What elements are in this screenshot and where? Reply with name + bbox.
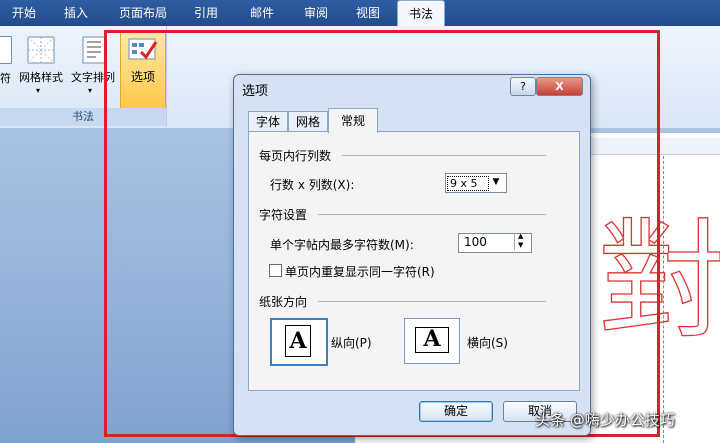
font-icon: [0, 36, 12, 64]
tab-grid[interactable]: 网格: [288, 111, 328, 133]
help-button[interactable]: ?: [510, 77, 536, 96]
ok-button[interactable]: 确定: [419, 401, 493, 422]
tab-home[interactable]: 开始: [2, 0, 46, 26]
dropdown-arrow-icon: ▾: [88, 86, 93, 95]
max-chars-label: 单个字帖内最多字符数(M):: [270, 238, 414, 252]
landscape-option[interactable]: A: [404, 318, 460, 364]
repeat-label: 单页内重复显示同一字符(R): [285, 265, 435, 279]
tab-insert[interactable]: 插入: [52, 0, 100, 26]
dropdown-arrow-icon: ▾: [36, 86, 41, 95]
stepper-arrows[interactable]: ▲ ▼: [514, 232, 529, 250]
ribbon-tab-bar: 开始 插入 页面布局 引用 邮件 审阅 视图 书法: [0, 0, 720, 28]
landscape-label[interactable]: 横向(S): [467, 334, 508, 351]
tab-page-layout[interactable]: 页面布局: [112, 0, 174, 26]
section-divider: [342, 155, 546, 156]
font-button[interactable]: 符: [0, 34, 14, 104]
section-divider: [318, 214, 546, 215]
tab-font[interactable]: 字体: [248, 111, 288, 133]
chevron-down-icon[interactable]: ▼: [489, 174, 503, 190]
tab-view[interactable]: 视图: [346, 0, 390, 26]
tab-review[interactable]: 审阅: [294, 0, 338, 26]
tab-mailings[interactable]: 邮件: [240, 0, 284, 26]
watermark: 头条 @嗨少办公技巧: [535, 411, 675, 429]
rows-cols-label: 行数 x 列数(X):: [270, 178, 355, 192]
repeat-checkbox[interactable]: [269, 264, 282, 277]
tab-references[interactable]: 引用: [184, 0, 228, 26]
orientation-section-title: 纸张方向: [259, 295, 308, 309]
chars-section-title: 字符设置: [259, 208, 308, 222]
grid-style-label: 网格样式: [19, 71, 63, 84]
close-button[interactable]: X: [536, 77, 583, 96]
chevron-up-icon[interactable]: ▲: [518, 232, 523, 240]
portrait-option[interactable]: A: [270, 318, 328, 366]
font-button-label: 符: [0, 72, 11, 85]
options-dialog: 选项 ? X 字体 网格 常规 每页内行列数 行数 x 列数(X): 9 x 5…: [233, 74, 591, 436]
rows-cols-section-title: 每页内行列数: [259, 149, 332, 163]
section-divider: [318, 301, 546, 302]
tab-calligraphy[interactable]: 书法: [397, 0, 445, 28]
text-arrange-icon: [82, 36, 106, 64]
portrait-label[interactable]: 纵向(P): [331, 334, 372, 351]
rows-cols-value: 9 x 5: [447, 176, 489, 191]
portrait-glyph: A: [289, 328, 307, 354]
grid-style-button[interactable]: 网格样式 ▾: [16, 34, 66, 104]
max-chars-value: 100: [464, 235, 487, 249]
tab-general[interactable]: 常规: [328, 108, 378, 133]
grid-style-icon: [27, 36, 55, 64]
chevron-down-icon[interactable]: ▼: [518, 241, 523, 249]
landscape-glyph: A: [423, 326, 441, 352]
dialog-title: 选项: [242, 84, 269, 99]
